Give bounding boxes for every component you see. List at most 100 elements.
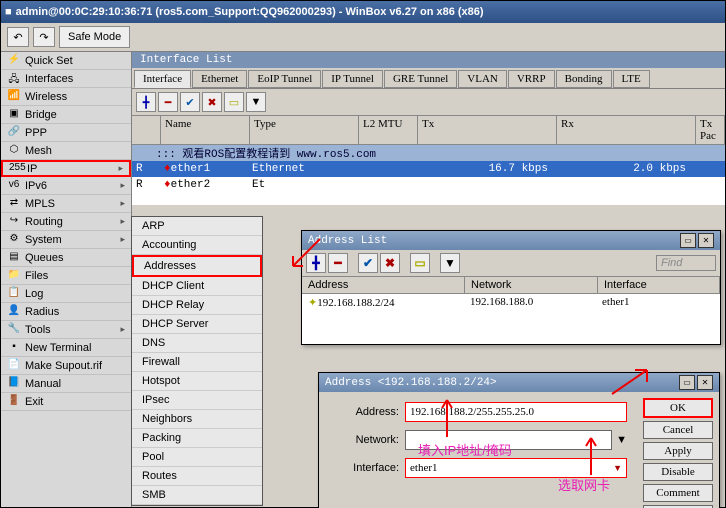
sidebar-item-exit[interactable]: 🚪Exit: [1, 393, 131, 411]
tab-lte[interactable]: LTE: [613, 70, 650, 88]
dialog-buttons: OKCancelApplyDisableCommentCopy: [637, 392, 719, 508]
address-row[interactable]: ✦192.168.188.2/24 192.168.188.0 ether1: [302, 294, 720, 310]
submenu-item-firewall[interactable]: Firewall: [132, 353, 262, 372]
col-txpac[interactable]: Tx Pac: [696, 116, 725, 144]
submenu-item-smb[interactable]: SMB: [132, 486, 262, 505]
interface-row[interactable]: R♦ether1Ethernet16.7 kbps2.0 kbps: [132, 161, 725, 177]
address-grid: ✦192.168.188.2/24 192.168.188.0 ether1: [302, 294, 720, 344]
sidebar-item-make-supout.rif[interactable]: 📄Make Supout.rif: [1, 357, 131, 375]
submenu-item-neighbors[interactable]: Neighbors: [132, 410, 262, 429]
comment-button[interactable]: Comment: [643, 484, 713, 502]
sidebar-item-new-terminal[interactable]: ▪New Terminal: [1, 339, 131, 357]
menu-icon: 255: [9, 162, 23, 176]
sidebar-item-queues[interactable]: ▤Queues: [1, 249, 131, 267]
filter-button[interactable]: ▼: [246, 92, 266, 112]
interface-label: Interface:: [329, 462, 399, 474]
disable-button[interactable]: ✖: [202, 92, 222, 112]
find-input[interactable]: Find: [656, 255, 716, 271]
submenu-item-routes[interactable]: Routes: [132, 467, 262, 486]
close-icon[interactable]: ✕: [698, 233, 714, 248]
submenu-item-addresses[interactable]: Addresses: [132, 255, 262, 277]
sidebar-item-bridge[interactable]: ▣Bridge: [1, 106, 131, 124]
submenu-item-pool[interactable]: Pool: [132, 448, 262, 467]
safe-mode-button[interactable]: Safe Mode: [59, 26, 130, 48]
sidebar-item-radius[interactable]: 👤Radius: [1, 303, 131, 321]
col-tx[interactable]: Tx: [418, 116, 557, 144]
redo-button[interactable]: ↷: [33, 27, 55, 47]
address-list-toolbar: ╋ ━ ✔ ✖ ▭ ▼ Find: [302, 250, 720, 276]
cancel-button[interactable]: Cancel: [643, 421, 713, 439]
submenu-item-dhcp-server[interactable]: DHCP Server: [132, 315, 262, 334]
submenu-item-dhcp-relay[interactable]: DHCP Relay: [132, 296, 262, 315]
menu-icon: ⚙: [7, 233, 21, 247]
tab-bonding[interactable]: Bonding: [556, 70, 612, 88]
col-rx[interactable]: Rx: [557, 116, 696, 144]
col-address[interactable]: Address: [302, 277, 465, 293]
sidebar-item-tools[interactable]: 🔧Tools▸: [1, 321, 131, 339]
sidebar-item-routing[interactable]: ↪Routing▸: [1, 213, 131, 231]
interface-select[interactable]: ether1 ▼: [405, 458, 627, 478]
col-network[interactable]: Network: [465, 277, 598, 293]
comment-button[interactable]: ▭: [224, 92, 244, 112]
remove-button[interactable]: ━: [158, 92, 178, 112]
tab-eoip-tunnel[interactable]: EoIP Tunnel: [248, 70, 321, 88]
remove-button[interactable]: ━: [328, 253, 348, 273]
tab-ip-tunnel[interactable]: IP Tunnel: [322, 70, 383, 88]
sidebar-item-ppp[interactable]: 🔗PPP: [1, 124, 131, 142]
sidebar-item-files[interactable]: 📁Files: [1, 267, 131, 285]
chevron-right-icon: ▸: [118, 163, 123, 174]
comment-button[interactable]: ▭: [410, 253, 430, 273]
disable-button[interactable]: ✖: [380, 253, 400, 273]
tab-vrrp[interactable]: VRRP: [508, 70, 555, 88]
submenu-item-accounting[interactable]: Accounting: [132, 236, 262, 255]
enable-button[interactable]: ✔: [358, 253, 378, 273]
tab-interface[interactable]: Interface: [134, 70, 191, 88]
sidebar-item-ipv6[interactable]: v6IPv6▸: [1, 177, 131, 195]
tab-vlan[interactable]: VLAN: [458, 70, 507, 88]
add-button[interactable]: ╋: [136, 92, 156, 112]
banner-row: ::: 观看ROS配置教程请到 www.ros5.com: [132, 145, 725, 161]
sidebar-item-wireless[interactable]: 📶Wireless: [1, 88, 131, 106]
close-icon[interactable]: ✕: [697, 375, 713, 390]
col-interface[interactable]: Interface: [598, 277, 720, 293]
tab-gre-tunnel[interactable]: GRE Tunnel: [384, 70, 457, 88]
apply-button[interactable]: Apply: [643, 442, 713, 460]
col-l2mtu[interactable]: L2 MTU: [359, 116, 418, 144]
menu-icon: ▣: [7, 108, 21, 122]
sidebar-item-mesh[interactable]: ⬡Mesh: [1, 142, 131, 160]
menu-icon: ⇄: [7, 197, 21, 211]
sidebar-item-mpls[interactable]: ⇄MPLS▸: [1, 195, 131, 213]
add-button[interactable]: ╋: [306, 253, 326, 273]
submenu-item-packing[interactable]: Packing: [132, 429, 262, 448]
submenu-item-dhcp-client[interactable]: DHCP Client: [132, 277, 262, 296]
minimize-icon[interactable]: ▭: [679, 375, 695, 390]
col-name[interactable]: Name: [161, 116, 250, 144]
sidebar-item-manual[interactable]: 📘Manual: [1, 375, 131, 393]
menu-icon: ⬡: [7, 144, 21, 158]
sidebar-item-quick-set[interactable]: ⚡Quick Set: [1, 52, 131, 70]
submenu-item-ipsec[interactable]: IPsec: [132, 391, 262, 410]
tab-ethernet[interactable]: Ethernet: [192, 70, 247, 88]
submenu-item-arp[interactable]: ARP: [132, 217, 262, 236]
sidebar: ⚡Quick Set🖧Interfaces📶Wireless▣Bridge🔗PP…: [1, 52, 132, 507]
disable-button[interactable]: Disable: [643, 463, 713, 481]
submenu-item-hotspot[interactable]: Hotspot: [132, 372, 262, 391]
sidebar-item-log[interactable]: 📋Log: [1, 285, 131, 303]
ok-button[interactable]: OK: [643, 398, 713, 418]
menu-icon: v6: [7, 179, 21, 193]
undo-button[interactable]: ↶: [7, 27, 29, 47]
submenu-item-dns[interactable]: DNS: [132, 334, 262, 353]
menu-icon: 🔗: [7, 126, 21, 140]
interface-row[interactable]: R♦ether2Et: [132, 177, 725, 193]
filter-button[interactable]: ▼: [440, 253, 460, 273]
address-input[interactable]: [405, 402, 627, 422]
chevron-right-icon: ▸: [120, 216, 125, 227]
sidebar-item-interfaces[interactable]: 🖧Interfaces: [1, 70, 131, 88]
enable-button[interactable]: ✔: [180, 92, 200, 112]
menu-icon: 📄: [7, 359, 21, 373]
sidebar-item-ip[interactable]: 255IP▸: [1, 160, 131, 177]
col-type[interactable]: Type: [250, 116, 359, 144]
sidebar-item-system[interactable]: ⚙System▸: [1, 231, 131, 249]
network-input[interactable]: [405, 430, 612, 450]
minimize-icon[interactable]: ▭: [680, 233, 696, 248]
